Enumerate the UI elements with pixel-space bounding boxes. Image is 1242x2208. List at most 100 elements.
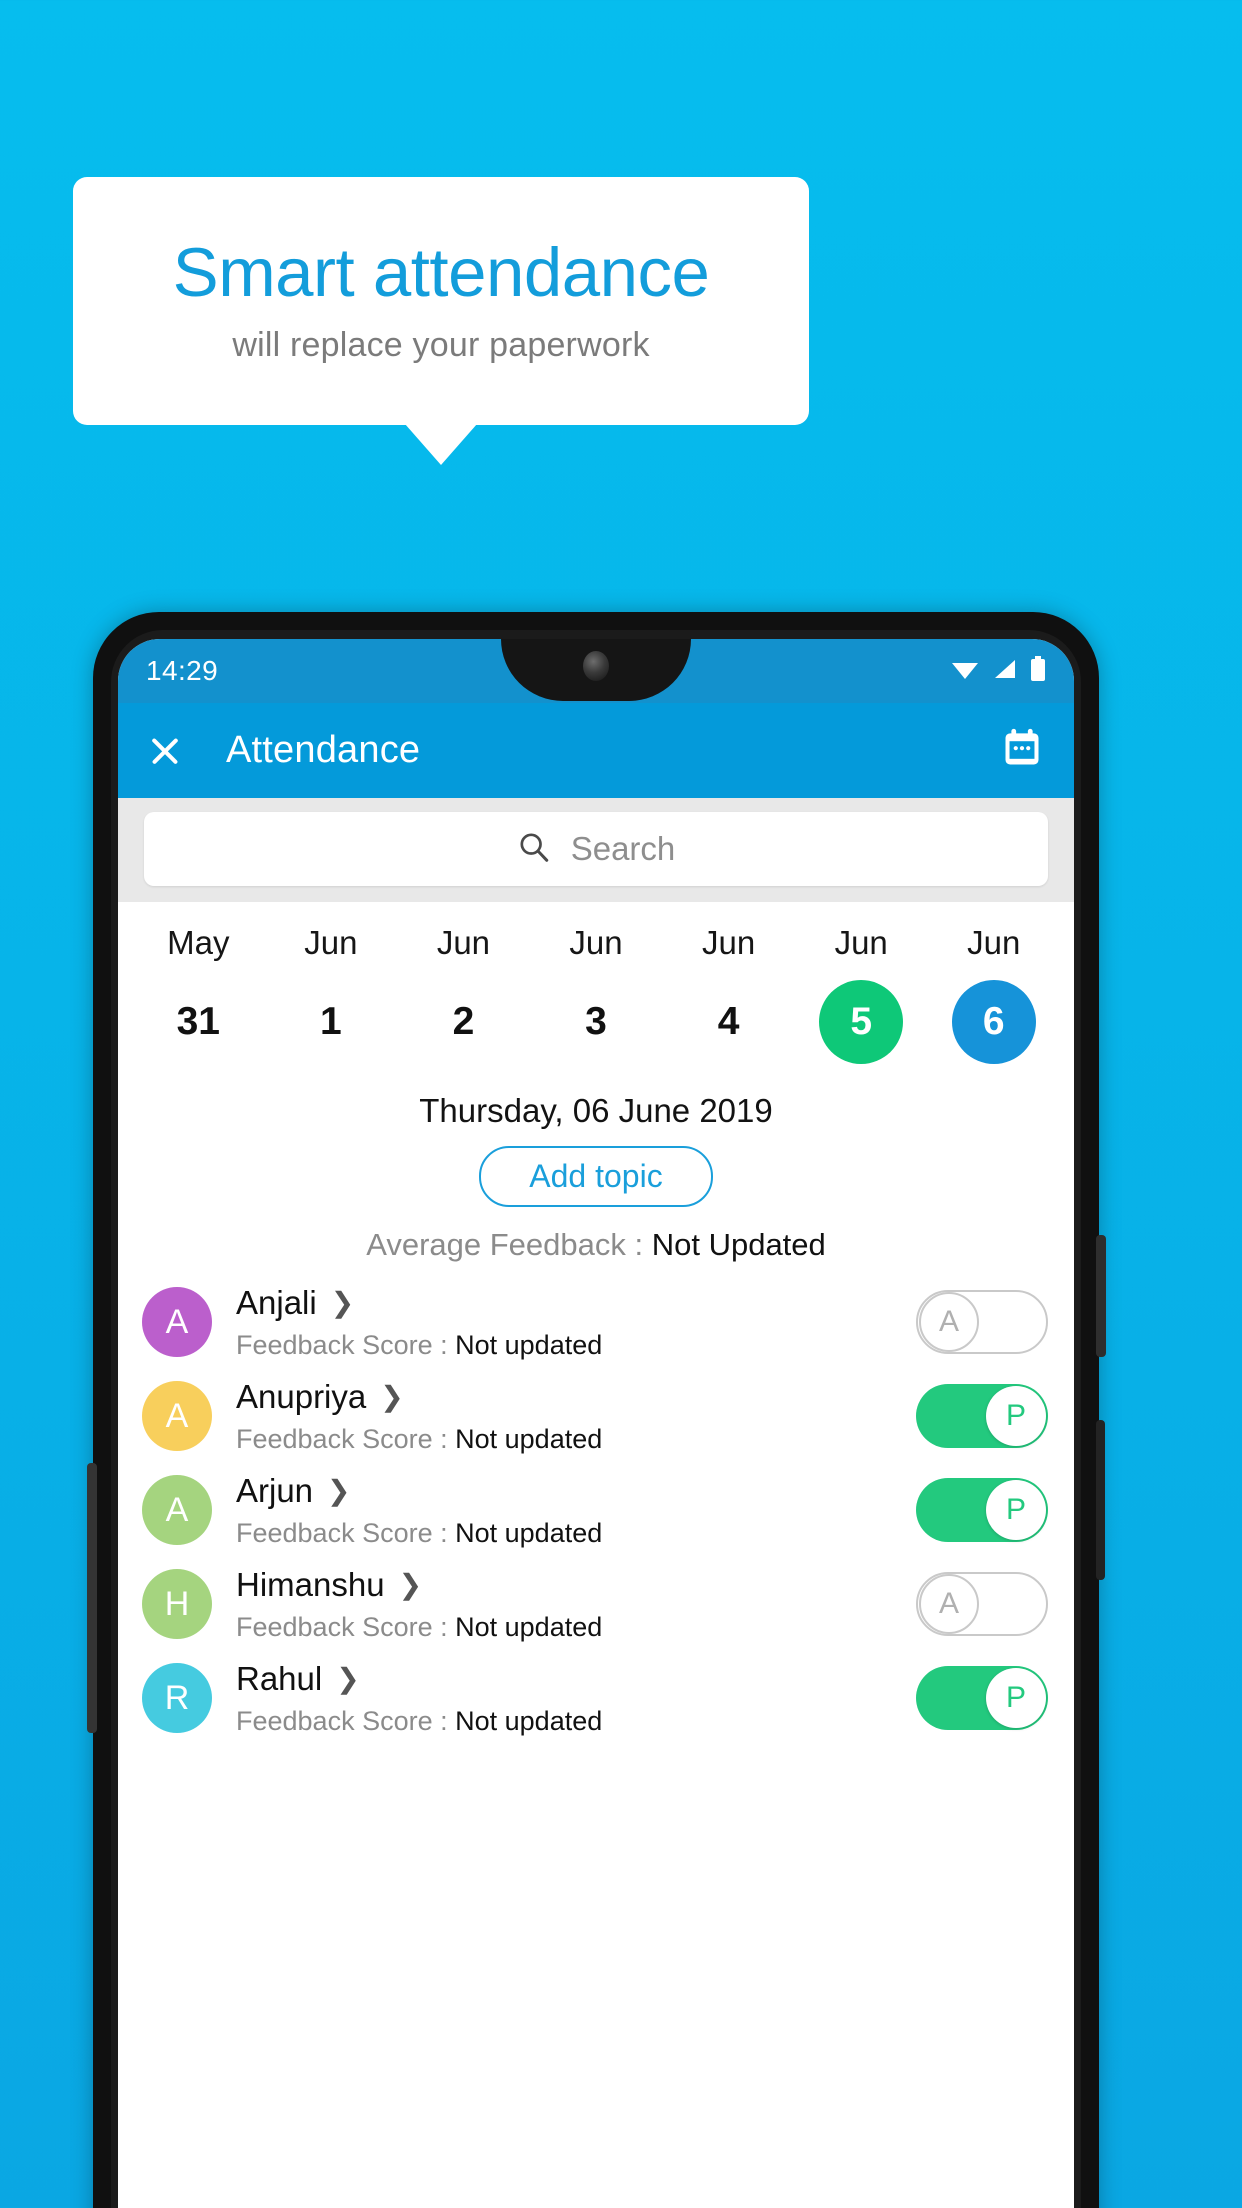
attendance-toggle[interactable]: A: [916, 1290, 1048, 1354]
chevron-right-icon[interactable]: ❯: [327, 1476, 350, 1505]
student-info: Anupriya ❯ Feedback Score : Not updated: [236, 1378, 916, 1455]
feedback-score-value: Not updated: [455, 1517, 603, 1548]
student-name: Anjali: [236, 1283, 317, 1321]
attendance-toggle-knob: P: [986, 1480, 1046, 1540]
student-name-line: Arjun ❯: [236, 1472, 916, 1510]
promo-title: Smart attendance: [172, 234, 710, 312]
feedback-score-label: Feedback Score :: [236, 1705, 456, 1736]
date-cell[interactable]: Jun 5: [795, 924, 928, 1064]
search-placeholder: Search: [570, 830, 676, 867]
feedback-score-label: Feedback Score :: [236, 1423, 456, 1454]
attendance-toggle[interactable]: P: [916, 1478, 1048, 1542]
student-name-line: Himanshu ❯: [236, 1566, 916, 1604]
date-cell-month: Jun: [834, 924, 888, 961]
close-icon[interactable]: [148, 734, 182, 768]
phone-notch: [501, 639, 691, 701]
feedback-score-label: Feedback Score :: [236, 1611, 456, 1642]
avatar: A: [142, 1475, 212, 1545]
search-input[interactable]: Search: [144, 812, 1048, 886]
feedback-score: Feedback Score : Not updated: [236, 1612, 916, 1643]
attendance-toggle[interactable]: P: [916, 1666, 1048, 1730]
average-feedback: Average Feedback : Not Updated: [118, 1227, 1074, 1263]
avatar: A: [142, 1287, 212, 1357]
date-cell-day: 4: [717, 1000, 740, 1043]
student-row[interactable]: H Himanshu ❯ Feedback Score : Not updated A: [118, 1557, 1074, 1651]
avatar: A: [142, 1381, 212, 1451]
student-name: Arjun: [236, 1471, 314, 1509]
date-cell-day: 6: [951, 980, 1036, 1064]
attendance-toggle-knob: P: [986, 1386, 1046, 1446]
search-bar-container: Search: [118, 798, 1074, 902]
status-icons: [950, 655, 1046, 687]
student-name-line: Anupriya ❯: [236, 1378, 916, 1416]
feedback-score-value: Not updated: [455, 1329, 603, 1360]
student-row[interactable]: R Rahul ❯ Feedback Score : Not updated P: [118, 1651, 1074, 1745]
attendance-toggle[interactable]: P: [916, 1384, 1048, 1448]
attendance-toggle[interactable]: A: [916, 1572, 1048, 1636]
student-name-line: Anjali ❯: [236, 1284, 916, 1322]
promo-card: Smart attendance will replace your paper…: [73, 177, 809, 425]
battery-icon: [1030, 655, 1046, 687]
avatar: R: [142, 1663, 212, 1733]
date-cell-day: 3: [585, 1000, 607, 1043]
student-name-line: Rahul ❯: [236, 1660, 916, 1698]
feedback-score-value: Not updated: [455, 1705, 603, 1736]
date-cell-month: Jun: [967, 924, 1021, 961]
status-bar: 14:29: [118, 639, 1074, 703]
date-cell-month: May: [167, 924, 230, 961]
search-icon: [517, 830, 551, 869]
feedback-score-label: Feedback Score :: [236, 1517, 456, 1548]
attendance-toggle-knob: A: [919, 1574, 979, 1634]
feedback-score-value: Not updated: [455, 1611, 603, 1642]
date-cell-month: Jun: [569, 924, 623, 961]
attendance-toggle-knob: A: [919, 1292, 979, 1352]
feedback-score-label: Feedback Score :: [236, 1329, 456, 1360]
student-name: Anupriya: [236, 1377, 367, 1415]
chevron-right-icon[interactable]: ❯: [336, 1664, 359, 1693]
date-cell-day: 31: [176, 1000, 220, 1043]
wifi-icon: [950, 657, 980, 686]
selected-date-label: Thursday, 06 June 2019: [419, 1092, 773, 1129]
calendar-icon[interactable]: [1000, 726, 1044, 775]
feedback-score: Feedback Score : Not updated: [236, 1424, 916, 1455]
student-info: Himanshu ❯ Feedback Score : Not updated: [236, 1566, 916, 1643]
date-cell[interactable]: Jun 6: [927, 924, 1060, 1064]
date-cell[interactable]: Jun 1: [265, 924, 398, 1064]
chevron-right-icon[interactable]: ❯: [331, 1288, 354, 1317]
page-title: Attendance: [226, 729, 421, 771]
date-cell[interactable]: Jun 4: [662, 924, 795, 1064]
add-topic-button[interactable]: Add topic: [479, 1146, 713, 1207]
status-time: 14:29: [146, 655, 219, 686]
front-camera-icon: [583, 651, 609, 681]
student-info: Anjali ❯ Feedback Score : Not updated: [236, 1284, 916, 1361]
feedback-score: Feedback Score : Not updated: [236, 1706, 916, 1737]
student-info: Rahul ❯ Feedback Score : Not updated: [236, 1660, 916, 1737]
feedback-score: Feedback Score : Not updated: [236, 1330, 916, 1361]
chevron-right-icon[interactable]: ❯: [399, 1570, 422, 1599]
date-cell[interactable]: May 31: [132, 924, 265, 1064]
student-name: Rahul: [236, 1659, 323, 1697]
date-cell-month: Jun: [436, 924, 491, 961]
chevron-right-icon[interactable]: ❯: [380, 1382, 403, 1411]
date-cell-month: Jun: [304, 924, 358, 961]
phone-power-button[interactable]: [1096, 1235, 1106, 1357]
student-row[interactable]: A Arjun ❯ Feedback Score : Not updated P: [118, 1463, 1074, 1557]
date-cell[interactable]: Jun 3: [530, 924, 663, 1064]
student-info: Arjun ❯ Feedback Score : Not updated: [236, 1472, 916, 1549]
student-name: Himanshu: [236, 1565, 385, 1603]
average-feedback-label: Average Feedback :: [366, 1227, 652, 1262]
feedback-score: Feedback Score : Not updated: [236, 1518, 916, 1549]
phone-volume-button[interactable]: [87, 1463, 97, 1733]
student-row[interactable]: A Anjali ❯ Feedback Score : Not updated A: [118, 1275, 1074, 1369]
date-cell[interactable]: Jun 2: [397, 924, 530, 1064]
average-feedback-value: Not Updated: [651, 1227, 826, 1262]
add-topic-container: Add topic: [118, 1146, 1074, 1207]
attendance-toggle-knob: P: [986, 1668, 1046, 1728]
phone-secondary-button[interactable]: [1096, 1420, 1105, 1580]
date-strip: May 31 Jun 1 Jun 2 Jun 3 Jun 4 Jun 5 Jun 6: [118, 902, 1074, 1070]
date-cell-day: 1: [320, 1000, 342, 1043]
student-list: A Anjali ❯ Feedback Score : Not updated A A An…: [118, 1275, 1074, 1745]
feedback-score-value: Not updated: [455, 1423, 603, 1454]
student-row[interactable]: A Anupriya ❯ Feedback Score : Not updated P: [118, 1369, 1074, 1463]
app-bar: Attendance: [118, 703, 1074, 798]
